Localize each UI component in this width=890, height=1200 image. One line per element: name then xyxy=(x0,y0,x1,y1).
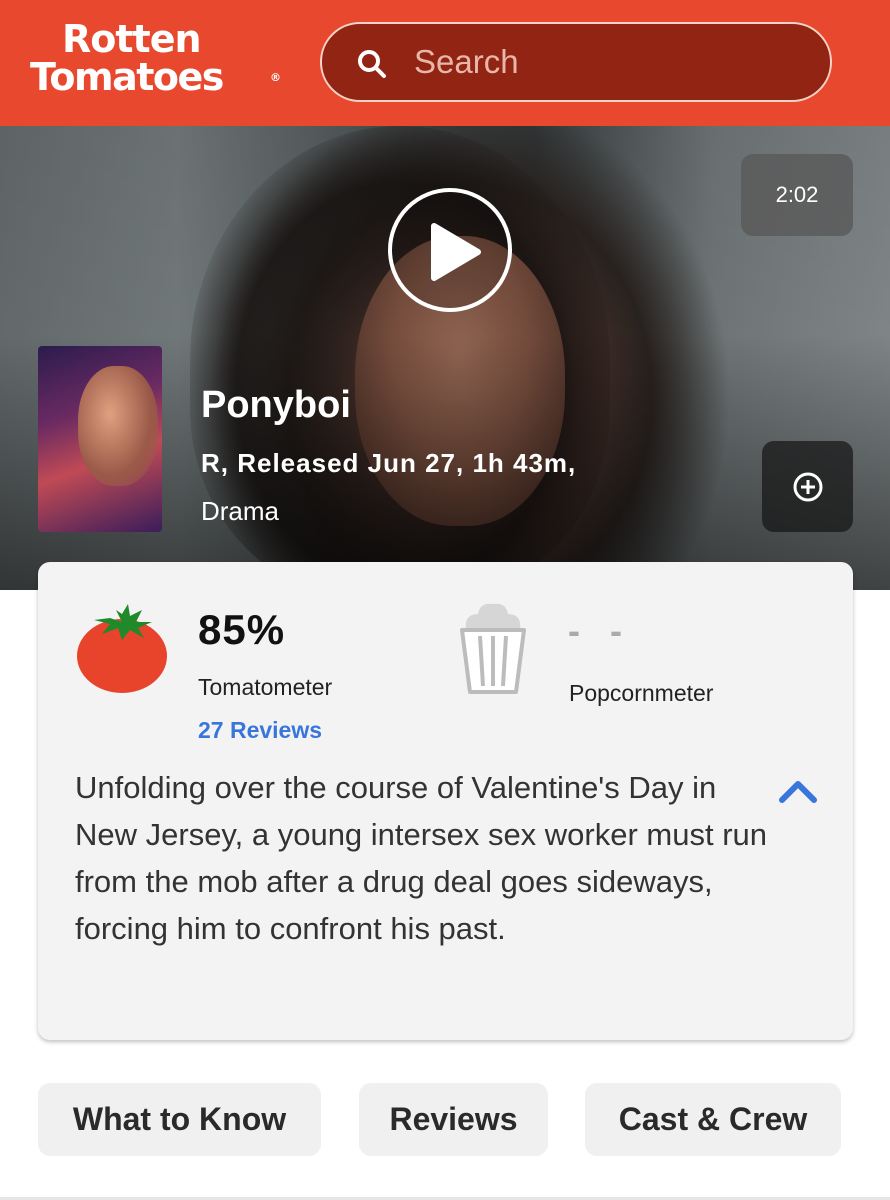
popcornmeter-score: - - xyxy=(568,610,632,651)
fresh-tomato-icon xyxy=(77,604,167,693)
play-trailer-button[interactable] xyxy=(388,188,512,312)
empty-popcorn-icon xyxy=(460,603,526,694)
tab-cast-and-crew[interactable]: Cast & Crew xyxy=(585,1083,841,1156)
trailer-duration-badge: 2:02 xyxy=(741,154,853,236)
tab-reviews[interactable]: Reviews xyxy=(359,1083,548,1156)
tab-what-to-know[interactable]: What to Know xyxy=(38,1083,321,1156)
movie-genre: Drama xyxy=(201,496,280,526)
search-bar[interactable] xyxy=(320,22,832,102)
play-icon xyxy=(431,223,481,281)
score-card: 85% Tomatometer 27 Reviews - - Popcornme… xyxy=(38,562,853,1040)
plus-circle-icon xyxy=(793,472,823,502)
poster-art xyxy=(78,366,158,486)
search-icon[interactable] xyxy=(356,48,388,80)
movie-title: Ponyboi xyxy=(201,384,351,426)
popcornmeter-label: Popcornmeter xyxy=(569,680,714,706)
logo-registered-mark: ® xyxy=(270,71,281,84)
movie-synopsis: Unfolding over the course of Valentine's… xyxy=(75,770,768,946)
tomatometer-label: Tomatometer xyxy=(198,674,333,700)
movie-poster[interactable] xyxy=(38,346,162,532)
add-to-watchlist-button[interactable] xyxy=(762,441,853,532)
top-header: Rotten Tomatoes ® xyxy=(0,0,890,126)
search-input[interactable] xyxy=(414,38,794,86)
tomatometer-score: 85% xyxy=(198,606,286,653)
reviews-count-link[interactable]: 27 Reviews xyxy=(198,717,322,744)
logo-line-1: Rotten xyxy=(62,17,202,61)
rotten-tomatoes-logo[interactable]: Rotten Tomatoes ® xyxy=(30,17,281,104)
trailer-hero[interactable]: 2:02 Ponyboi R, Released Jun 27, 1h 43m,… xyxy=(0,126,890,590)
logo-line-2: Tomatoes xyxy=(30,55,224,99)
movie-meta: R, Released Jun 27, 1h 43m, xyxy=(201,448,577,478)
chevron-up-icon[interactable] xyxy=(776,774,820,808)
